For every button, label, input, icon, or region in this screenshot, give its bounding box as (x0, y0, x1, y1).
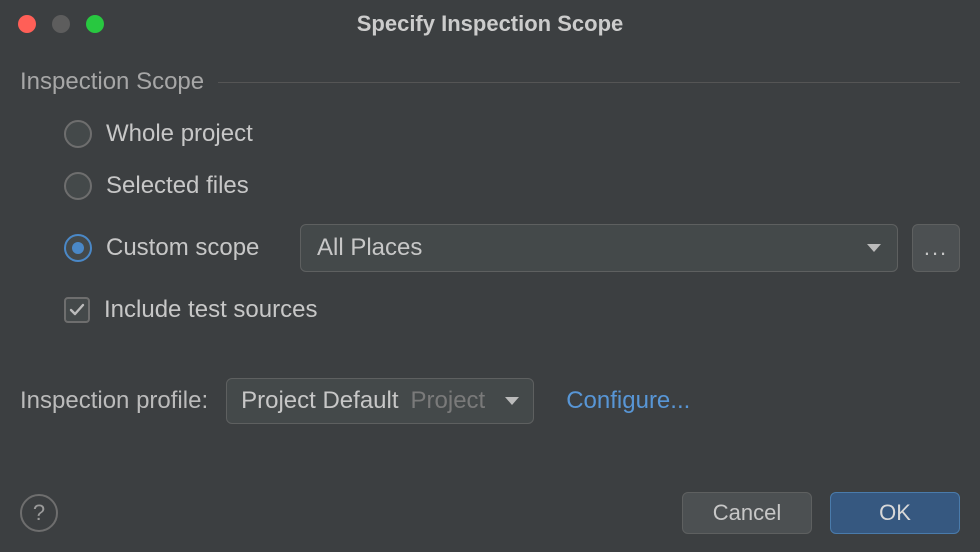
titlebar: Specify Inspection Scope (0, 0, 980, 48)
radio-custom-scope-row: Custom scope All Places ... (64, 224, 960, 272)
ok-button-label: OK (879, 500, 911, 526)
close-window-button[interactable] (18, 15, 36, 33)
dialog-content: Inspection Scope Whole project Selected … (0, 48, 980, 424)
section-title: Inspection Scope (20, 68, 204, 96)
ellipsis-icon: ... (924, 235, 948, 261)
custom-scope-combo[interactable]: All Places (300, 224, 898, 272)
radio-selected-files-label: Selected files (106, 172, 249, 200)
inspection-profile-secondary: Project (411, 387, 486, 415)
custom-scope-combo-value: All Places (317, 234, 422, 262)
chevron-down-icon (505, 397, 519, 405)
radio-whole-project-label: Whole project (106, 120, 253, 148)
dialog-footer: ? Cancel OK (20, 492, 960, 534)
minimize-window-button[interactable] (52, 15, 70, 33)
window-title: Specify Inspection Scope (0, 11, 980, 37)
chevron-down-icon (867, 244, 881, 252)
include-test-sources-label: Include test sources (104, 296, 317, 324)
radio-custom-scope-label: Custom scope (106, 234, 286, 262)
inspection-profile-label: Inspection profile: (20, 387, 208, 415)
radio-whole-project[interactable] (64, 120, 92, 148)
radio-custom-scope[interactable] (64, 234, 92, 262)
inspection-profile-row: Inspection profile: Project Default Proj… (20, 378, 960, 424)
check-icon (68, 301, 86, 319)
radio-whole-project-row[interactable]: Whole project (64, 120, 960, 148)
section-header: Inspection Scope (20, 68, 960, 96)
footer-buttons: Cancel OK (682, 492, 960, 534)
inspection-profile-value: Project Default (241, 387, 398, 415)
scope-radio-group: Whole project Selected files Custom scop… (20, 120, 960, 272)
window-controls (18, 15, 104, 33)
cancel-button[interactable]: Cancel (682, 492, 812, 534)
radio-selected-files[interactable] (64, 172, 92, 200)
custom-scope-ellipsis-button[interactable]: ... (912, 224, 960, 272)
include-test-sources-row[interactable]: Include test sources (20, 296, 960, 324)
ok-button[interactable]: OK (830, 492, 960, 534)
help-icon: ? (33, 500, 45, 526)
inspection-profile-combo[interactable]: Project Default Project (226, 378, 534, 424)
help-button[interactable]: ? (20, 494, 58, 532)
section-divider (218, 82, 960, 83)
maximize-window-button[interactable] (86, 15, 104, 33)
configure-link[interactable]: Configure... (566, 387, 690, 415)
cancel-button-label: Cancel (713, 500, 781, 526)
include-test-sources-checkbox[interactable] (64, 297, 90, 323)
radio-selected-files-row[interactable]: Selected files (64, 172, 960, 200)
